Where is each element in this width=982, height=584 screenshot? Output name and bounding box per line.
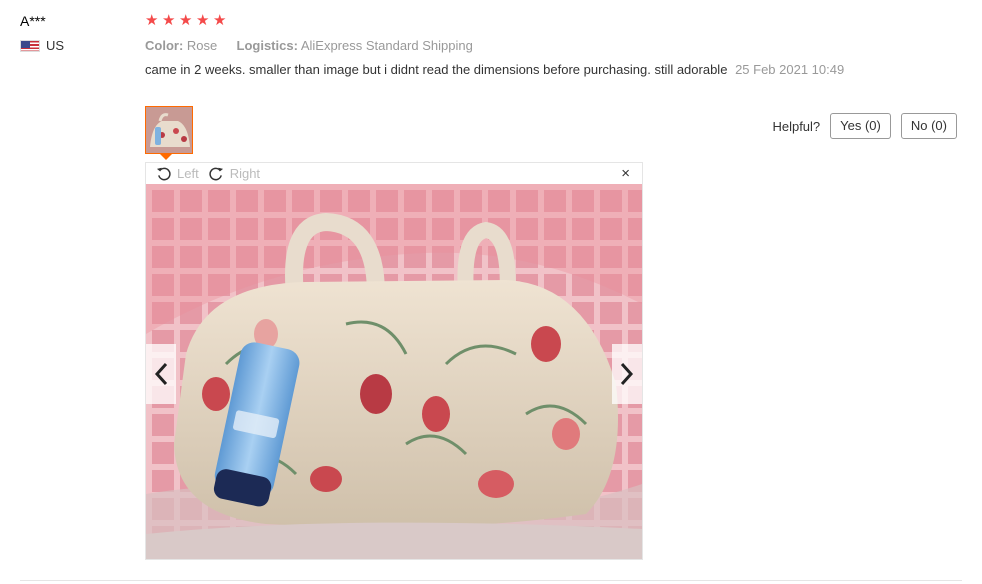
previous-photo-button[interactable]: [146, 344, 176, 404]
chevron-left-icon: [154, 362, 168, 386]
review-photo-thumbnail[interactable]: [145, 106, 193, 154]
reviewer-country: US: [20, 38, 64, 53]
review-text: came in 2 weeks. smaller than image but …: [145, 62, 728, 77]
review-photo: [146, 184, 642, 559]
country-code: US: [46, 38, 65, 53]
helpful-label: Helpful?: [772, 118, 821, 134]
color-label: Color:: [145, 38, 184, 53]
rotate-right-icon: [209, 167, 223, 181]
thumbnail-selected-indicator: [160, 154, 172, 160]
rotate-right-label: Right: [229, 166, 261, 181]
rotate-left-label: Left: [177, 166, 199, 181]
review-divider: [20, 580, 962, 581]
reviewer-name: A***: [20, 13, 46, 29]
star-icon: ★: [162, 12, 176, 29]
chevron-right-icon: [620, 362, 634, 386]
review-date: 25 Feb 2021 10:49: [735, 62, 845, 77]
star-rating: ★ ★ ★ ★ ★: [145, 12, 960, 30]
star-icon: ★: [196, 12, 210, 29]
close-icon[interactable]: ×: [621, 165, 630, 182]
star-icon: ★: [145, 12, 159, 29]
order-info: Color: Rose Logistics: AliExpress Standa…: [145, 38, 960, 53]
review-body: ★ ★ ★ ★ ★ Color: Rose Logistics: AliExpr…: [145, 12, 960, 79]
reviewer-info: A*** US: [20, 12, 64, 53]
photo-viewer: Left Right ×: [145, 162, 643, 560]
next-photo-button[interactable]: [612, 344, 642, 404]
us-flag-icon: [20, 39, 40, 52]
star-icon: ★: [179, 12, 193, 29]
rotate-right-button[interactable]: Right: [209, 166, 260, 181]
helpful-no-button[interactable]: No (0): [900, 113, 957, 139]
helpful-vote: Helpful? Yes (0) No (0): [772, 113, 957, 139]
viewer-toolbar: Left Right ×: [146, 163, 642, 184]
helpful-yes-button[interactable]: Yes (0): [830, 113, 891, 139]
star-icon: ★: [213, 12, 227, 29]
logistics-label: Logistics:: [236, 38, 298, 53]
logistics-value: AliExpress Standard Shipping: [300, 38, 473, 53]
rotate-left-button[interactable]: Left: [156, 166, 199, 181]
review-content: came in 2 weeks. smaller than image but …: [145, 61, 865, 79]
rotate-left-icon: [156, 167, 171, 181]
color-value: Rose: [186, 38, 218, 53]
